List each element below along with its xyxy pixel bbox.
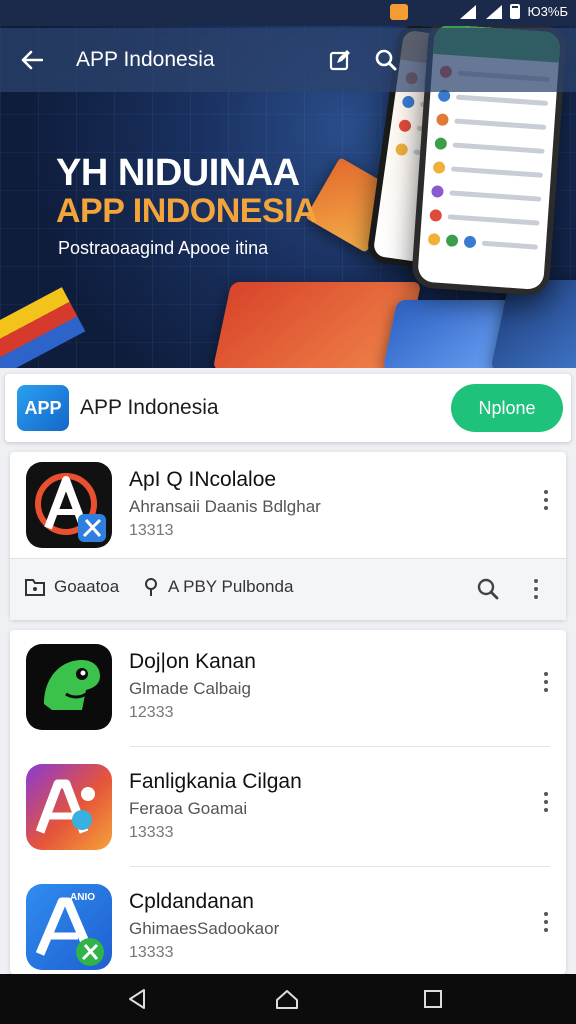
divider <box>130 746 550 747</box>
featured-app-card: ApI Q INcolaloe Ahransaii Daanis Bdlghar… <box>10 452 566 620</box>
battery-icon <box>509 4 520 19</box>
list-item[interactable]: Fanligkania Cilgan Feraoa Goamai 13333 <box>10 754 566 872</box>
app-icon <box>26 644 112 730</box>
footer-left-label: Goaatoa <box>54 577 120 596</box>
footer-search-button[interactable] <box>474 575 502 603</box>
hero-title-orange: APP INDONESIA <box>56 192 318 230</box>
triangle-back-icon <box>129 989 145 1009</box>
app-toolbar: APP Indonesia <box>0 28 576 92</box>
more-options-button[interactable] <box>536 668 556 696</box>
signal-icon <box>484 4 502 19</box>
footer-category[interactable]: Goaatoa <box>24 577 119 597</box>
app-subtitle: Ahransaii Daanis Bdlghar <box>129 497 321 516</box>
divider <box>130 866 550 867</box>
app-title: Fanligkania Cilgan <box>129 770 302 793</box>
footer-more-button[interactable] <box>526 575 546 603</box>
install-button[interactable]: Nplone <box>451 384 563 432</box>
search-icon <box>477 578 499 600</box>
edit-button[interactable] <box>326 46 354 74</box>
nav-back-button[interactable] <box>124 986 150 1012</box>
app-title: ApI Q INcolaloe <box>129 468 277 491</box>
app-name: APP Indonesia <box>80 396 219 419</box>
square-recents-icon <box>424 990 442 1008</box>
list-item[interactable]: ApI Q INcolaloe Ahransaii Daanis Bdlghar… <box>10 452 566 570</box>
search-icon <box>375 49 397 71</box>
app-count: 12333 <box>129 704 174 721</box>
more-options-button[interactable] <box>536 486 556 514</box>
home-icon <box>276 990 298 1009</box>
hero-subtitle: Postraoaagind Apooe itina <box>58 238 269 258</box>
app-list-card: Doj|on Kanan Glmade Calbaiɡ 12333 Fanlig… <box>10 630 566 974</box>
app-logo: APP <box>17 385 69 431</box>
app-title: Doj|on Kanan <box>129 650 256 673</box>
battery-text: Ю3%Б <box>527 4 568 19</box>
app-icon <box>26 462 112 548</box>
status-bar: Ю3%Б <box>0 0 576 26</box>
app-subtitle: GhimaesSadookaor <box>129 919 280 938</box>
list-item[interactable]: Doj|on Kanan Glmade Calbaiɡ 12333 <box>10 634 566 752</box>
search-button[interactable] <box>372 46 400 74</box>
hero-title: YH NIDUINAA <box>56 152 300 194</box>
back-button[interactable] <box>14 42 50 78</box>
footer-location[interactable]: A PBY Pulbonda <box>144 577 293 597</box>
app-title: Cpldandanan <box>129 890 254 913</box>
nav-recents-button[interactable] <box>420 986 446 1012</box>
toolbar-title: APP Indonesia <box>76 48 215 71</box>
nav-home-button[interactable] <box>274 986 300 1012</box>
app-count: 13313 <box>129 522 174 539</box>
signal-icon <box>458 4 476 19</box>
folder-icon <box>25 579 45 596</box>
app-subtitle: Glmade Calbaiɡ <box>129 679 251 698</box>
more-options-button[interactable] <box>536 788 556 816</box>
app-count: 13333 <box>129 944 174 961</box>
featured-card-footer: Goaatoa A PBY Pulbonda <box>10 558 566 620</box>
edit-icon <box>329 50 350 71</box>
footer-mid-label: A PBY Pulbonda <box>168 577 294 596</box>
arrow-left-icon <box>21 50 43 70</box>
app-header-card: APP APP Indonesia Nplone <box>5 374 571 442</box>
location-pin-icon <box>145 578 157 596</box>
notification-icon <box>390 4 408 20</box>
svg-text:ANIO: ANIO <box>70 892 95 903</box>
app-count: 13333 <box>129 824 174 841</box>
app-subtitle: Feraoa Goamai <box>129 799 248 818</box>
app-icon: ANIO <box>26 884 112 970</box>
system-nav-bar <box>0 974 576 1024</box>
app-icon <box>26 764 112 850</box>
more-options-button[interactable] <box>536 908 556 936</box>
